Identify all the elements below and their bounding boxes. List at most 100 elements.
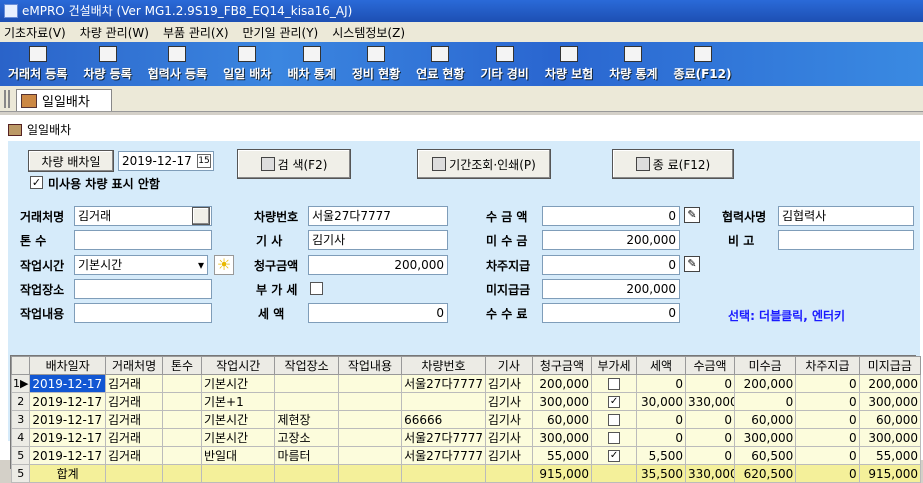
vat-checkbox[interactable] bbox=[310, 282, 323, 295]
col-unpaid[interactable]: 미지급금 bbox=[858, 356, 922, 375]
cell-driver[interactable]: 김기사 bbox=[484, 374, 533, 393]
cell-billed[interactable]: 200,000 bbox=[531, 374, 593, 393]
billed-field[interactable]: 200,000 bbox=[308, 255, 448, 275]
unpaid-field[interactable]: 200,000 bbox=[542, 279, 680, 299]
cell-received[interactable]: 0 bbox=[684, 374, 736, 393]
cell-worktime[interactable]: 기본시간 bbox=[200, 374, 276, 393]
cell-carno[interactable]: 66666 bbox=[401, 410, 486, 429]
cell-client[interactable]: 김거래 bbox=[104, 446, 164, 465]
workdesc-field[interactable] bbox=[74, 303, 212, 323]
vat-checkbox[interactable] bbox=[608, 378, 621, 390]
cell-carpay[interactable]: 0 bbox=[795, 428, 860, 447]
vat-checkbox[interactable]: ✓ bbox=[608, 450, 621, 462]
cell-carno[interactable]: 서울27다7777 bbox=[401, 428, 486, 447]
cell-vat[interactable]: ✓ bbox=[591, 392, 637, 411]
cell-billed[interactable]: 300,000 bbox=[531, 392, 593, 411]
cell-driver[interactable]: 김기사 bbox=[484, 392, 533, 411]
edit-icon[interactable]: ✎ bbox=[684, 207, 700, 223]
col-carpay[interactable]: 차주지급 bbox=[795, 356, 860, 375]
cell-workdesc[interactable] bbox=[337, 410, 403, 429]
vat-checkbox[interactable]: ✓ bbox=[608, 396, 621, 408]
col-worktime[interactable]: 작업시간 bbox=[200, 356, 276, 375]
cell-workdesc[interactable] bbox=[337, 446, 403, 465]
menu-system[interactable]: 시스템정보(Z) bbox=[332, 24, 405, 41]
vat-checkbox[interactable] bbox=[608, 414, 621, 426]
toolbar-fuel[interactable]: 연료 현황 bbox=[408, 42, 472, 86]
partner-field[interactable]: 김협력사 bbox=[778, 206, 914, 226]
cell-date[interactable]: 2019-12-17 bbox=[29, 392, 106, 411]
cell-carpay[interactable]: 0 bbox=[795, 392, 860, 411]
vat-checkbox[interactable] bbox=[608, 432, 621, 444]
cell-workplace[interactable]: 마름터 bbox=[274, 446, 339, 465]
cell-unreceived[interactable]: 200,000 bbox=[734, 374, 797, 393]
cell-carno[interactable]: 서울27다7777 bbox=[401, 374, 486, 393]
table-row[interactable]: 5 2019-12-17 김거래 반일대 마름터 서울27다7777 김기사 5… bbox=[10, 446, 922, 465]
cell-tax[interactable]: 5,500 bbox=[635, 446, 687, 465]
cell-workdesc[interactable] bbox=[337, 392, 403, 411]
cell-driver[interactable]: 김기사 bbox=[484, 446, 533, 465]
dispatch-date-button[interactable]: 차량 배차일 bbox=[28, 150, 114, 172]
table-row[interactable]: 1▶ 2019-12-17 김거래 기본시간 서울27다7777 김기사 200… bbox=[10, 374, 922, 393]
col-driver[interactable]: 기사 bbox=[484, 356, 533, 375]
cell-worktime[interactable]: 기본+1 bbox=[200, 392, 276, 411]
cell-received[interactable]: 0 bbox=[684, 446, 736, 465]
toolbar-dispatch-stats[interactable]: 배차 통계 bbox=[279, 42, 343, 86]
cell-tons[interactable] bbox=[162, 446, 202, 465]
cell-vat[interactable] bbox=[591, 428, 637, 447]
tab-daily-dispatch[interactable]: 일일배차 bbox=[16, 89, 112, 111]
edit-icon[interactable]: ✎ bbox=[684, 256, 700, 272]
cell-received[interactable]: 0 bbox=[684, 428, 736, 447]
cell-received[interactable]: 330,000 bbox=[684, 392, 736, 411]
cell-received[interactable]: 0 bbox=[684, 410, 736, 429]
cell-workplace[interactable]: 고장소 bbox=[274, 428, 339, 447]
cell-tax[interactable]: 0 bbox=[635, 428, 687, 447]
col-workdesc[interactable]: 작업내용 bbox=[337, 356, 403, 375]
toolbar-partner-register[interactable]: 협력사 등록 bbox=[140, 42, 215, 86]
cell-unpaid[interactable]: 300,000 bbox=[858, 392, 922, 411]
period-print-button[interactable]: 기간조회·인쇄(P) bbox=[417, 149, 551, 179]
col-unreceived[interactable]: 미수금 bbox=[734, 356, 797, 375]
col-carno[interactable]: 차량번호 bbox=[401, 356, 486, 375]
client-lookup-button[interactable] bbox=[192, 207, 210, 225]
cell-workdesc[interactable] bbox=[337, 374, 403, 393]
cell-workdesc[interactable] bbox=[337, 428, 403, 447]
cell-carpay[interactable]: 0 bbox=[795, 374, 860, 393]
cell-client[interactable]: 김거래 bbox=[104, 410, 164, 429]
cell-date[interactable]: 2019-12-17 bbox=[29, 410, 106, 429]
cell-client[interactable]: 김거래 bbox=[104, 428, 164, 447]
unused-vehicle-checkbox[interactable]: ✓ bbox=[30, 176, 43, 189]
sun-icon[interactable]: ☀ bbox=[214, 255, 234, 275]
menu-basic-data[interactable]: 기초자료(V) bbox=[4, 24, 66, 41]
cell-workplace[interactable] bbox=[274, 374, 339, 393]
table-row[interactable]: 4 2019-12-17 김거래 기본시간 고장소 서울27다7777 김기사 … bbox=[10, 428, 922, 447]
cell-unreceived[interactable]: 60,500 bbox=[734, 446, 797, 465]
cell-billed[interactable]: 300,000 bbox=[531, 428, 593, 447]
exit-button[interactable]: 종 료(F12) bbox=[612, 149, 734, 179]
cell-unpaid[interactable]: 60,000 bbox=[858, 410, 922, 429]
cell-worktime[interactable]: 기본시간 bbox=[200, 410, 276, 429]
carno-field[interactable]: 서울27다7777 bbox=[308, 206, 448, 226]
toolbar-other-expense[interactable]: 기타 경비 bbox=[473, 42, 537, 86]
cell-worktime[interactable]: 반일대 bbox=[200, 446, 276, 465]
cell-workplace[interactable]: 제현장 bbox=[274, 410, 339, 429]
dispatch-date-field[interactable]: 2019-12-17 15 bbox=[118, 151, 214, 171]
cell-vat[interactable] bbox=[591, 374, 637, 393]
menu-expiry[interactable]: 만기일 관리(Y) bbox=[243, 24, 319, 41]
carpay-field[interactable]: 0 bbox=[542, 255, 680, 275]
menu-parts[interactable]: 부품 관리(X) bbox=[163, 24, 229, 41]
cell-date[interactable]: 2019-12-17 bbox=[29, 374, 106, 393]
toolbar-client-register[interactable]: 거래처 등록 bbox=[0, 42, 75, 86]
menu-vehicle[interactable]: 차량 관리(W) bbox=[80, 24, 149, 41]
cell-unpaid[interactable]: 200,000 bbox=[858, 374, 922, 393]
fee-field[interactable]: 0 bbox=[542, 303, 680, 323]
cell-vat[interactable] bbox=[591, 410, 637, 429]
cell-tax[interactable]: 0 bbox=[635, 374, 687, 393]
col-date[interactable]: 배차일자 bbox=[29, 356, 106, 375]
cell-unpaid[interactable]: 300,000 bbox=[858, 428, 922, 447]
col-billed[interactable]: 청구금액 bbox=[531, 356, 593, 375]
col-client[interactable]: 거래처명 bbox=[104, 356, 164, 375]
calendar-icon[interactable]: 15 bbox=[197, 154, 211, 168]
cell-workplace[interactable] bbox=[274, 392, 339, 411]
cell-unreceived[interactable]: 60,000 bbox=[734, 410, 797, 429]
cell-billed[interactable]: 60,000 bbox=[531, 410, 593, 429]
